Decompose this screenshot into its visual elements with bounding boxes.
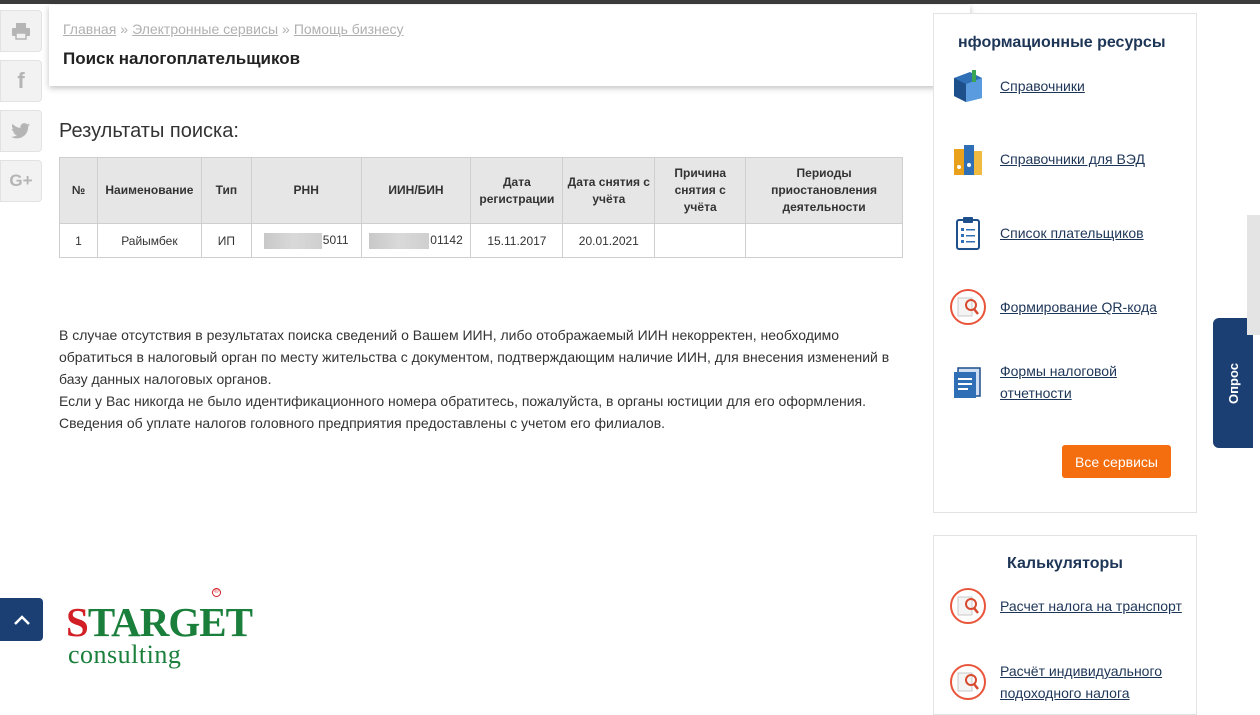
logo-wordmark: STARGET (66, 599, 253, 645)
survey-tab-label: Опрос (1225, 362, 1241, 404)
print-icon (12, 23, 30, 40)
col-type: Тип (200, 157, 252, 224)
breadcrumb-separator: » (120, 21, 129, 37)
redacted-block (263, 232, 322, 249)
sidebar-item-label: Расчет налога на транспорт (1000, 598, 1182, 614)
info-resources-title: нформационные ресурсы (958, 34, 1166, 51)
calculators-panel: Калькуляторы Расчет налога на транспорт … (933, 535, 1197, 715)
results-heading: Результаты поиска: (59, 120, 239, 142)
print-button[interactable] (0, 10, 42, 52)
sidebar-item-payers-list[interactable]: Список плательщиков (948, 213, 1188, 253)
google-plus-share-button[interactable]: G+ (0, 160, 42, 202)
page-header: Главная» Электронные сервисы» Помощь бизне… (49, 5, 970, 86)
magnifier-doc-icon (948, 287, 988, 327)
col-dereg-date: Дата снятия с учёта (562, 157, 656, 224)
col-reg-date: Дата регистрации (470, 157, 564, 224)
logo-subtitle: consulting (68, 640, 182, 669)
col-suspension-periods: Периоды приостановления деятельности (745, 157, 903, 224)
breadcrumb-business-link[interactable]: Помощь бизнесу (294, 21, 404, 37)
col-number: № (59, 157, 98, 224)
table-row: 1 Райымбек ИП 5011 01142 15.11.2017 20.0… (59, 223, 903, 258)
rnn-visible-digits: 5011 (322, 232, 349, 247)
sidebar-item-transport-tax[interactable]: Расчет налога на транспорт (948, 586, 1188, 626)
sidebar-item-label: Список плательщиков (1000, 225, 1144, 241)
sidebar-item-label: Формы налоговой отчетности (1000, 363, 1117, 401)
cell-number: 1 (59, 223, 98, 258)
sidebar-item-ved-directories[interactable]: Справочники для ВЭД (948, 139, 1188, 179)
forms-icon (948, 362, 988, 402)
share-bar: f G+ (0, 10, 44, 210)
browser-top-border (0, 0, 1260, 4)
sidebar-item-tax-forms[interactable]: Формы налоговой отчетности (948, 360, 1188, 404)
table-header-row: № Наименование Тип РНН ИИН/БИН Дата реги… (59, 157, 903, 224)
col-name: Наименование (96, 157, 202, 224)
twitter-share-button[interactable] (0, 110, 42, 152)
calculators-title: Калькуляторы (1007, 555, 1123, 572)
sidebar-item-label: Формирование QR-кода (1000, 299, 1157, 315)
note-paragraph: В случае отсутствия в результатах поиска… (59, 327, 890, 387)
page-title: Поиск налогоплательщиков (63, 49, 301, 68)
results-table: № Наименование Тип РНН ИИН/БИН Дата реги… (59, 157, 903, 258)
breadcrumb-home-link[interactable]: Главная (63, 21, 116, 37)
facebook-icon: f (17, 68, 25, 93)
book-icon (948, 66, 988, 106)
google-plus-icon: G+ (9, 171, 33, 190)
twitter-icon (11, 123, 30, 139)
sidebar-item-qr-code[interactable]: Формирование QR-кода (948, 287, 1188, 327)
cell-dereg-reason (654, 223, 747, 258)
chevron-up-icon (13, 614, 30, 625)
facebook-share-button[interactable]: f (0, 60, 42, 102)
all-services-button[interactable]: Все сервисы (1062, 445, 1171, 478)
redacted-block (369, 232, 430, 249)
binders-icon (948, 139, 988, 179)
cell-type: ИП (200, 223, 252, 258)
iin-visible-digits: 01142 (430, 232, 463, 247)
magnifier-doc-icon (948, 586, 988, 626)
scroll-top-button[interactable] (0, 598, 43, 641)
sidebar-item-label: Справочники (1000, 78, 1085, 94)
sidebar-item-directories[interactable]: Справочники (948, 66, 1188, 106)
scrollbar-thumb[interactable] (1247, 215, 1260, 335)
cell-reg-date: 15.11.2017 (470, 223, 564, 258)
sidebar-item-label: Справочники для ВЭД (1000, 151, 1145, 167)
info-notes: В случае отсутствия в результатах поиска… (59, 324, 899, 434)
clipboard-icon (948, 213, 988, 253)
note-paragraph: Если у Вас никогда не было идентификацио… (59, 393, 867, 409)
cell-rnn: 5011 (250, 223, 362, 258)
breadcrumb: Главная» Электронные сервисы» Помощь бизне… (63, 21, 956, 37)
cell-dereg-date: 20.01.2021 (562, 223, 656, 258)
cell-suspension-periods (745, 223, 903, 258)
col-dereg-reason: Причина снятия с учёта (654, 157, 747, 224)
info-resources-panel: нформационные ресурсы Справочники Справо… (933, 13, 1197, 513)
starget-logo: ® STARGET consulting (64, 588, 253, 678)
note-paragraph: Сведения об уплате налогов головного пре… (59, 415, 666, 431)
sidebar-item-income-tax[interactable]: Расчёт индивидуального подоходного налог… (948, 660, 1188, 704)
cell-name: Райымбек (96, 223, 202, 258)
col-iin-bin: ИИН/БИН (360, 157, 472, 224)
breadcrumb-separator: » (282, 21, 290, 37)
survey-tab[interactable]: Опрос (1213, 318, 1253, 448)
col-rnn: РНН (250, 157, 362, 224)
cell-iin-bin: 01142 (360, 223, 472, 258)
breadcrumb-services-link[interactable]: Электронные сервисы (132, 21, 278, 37)
sidebar-item-label: Расчёт индивидуального подоходного налог… (1000, 663, 1163, 701)
registered-mark: ® (212, 588, 221, 597)
magnifier-doc-icon (948, 662, 988, 702)
